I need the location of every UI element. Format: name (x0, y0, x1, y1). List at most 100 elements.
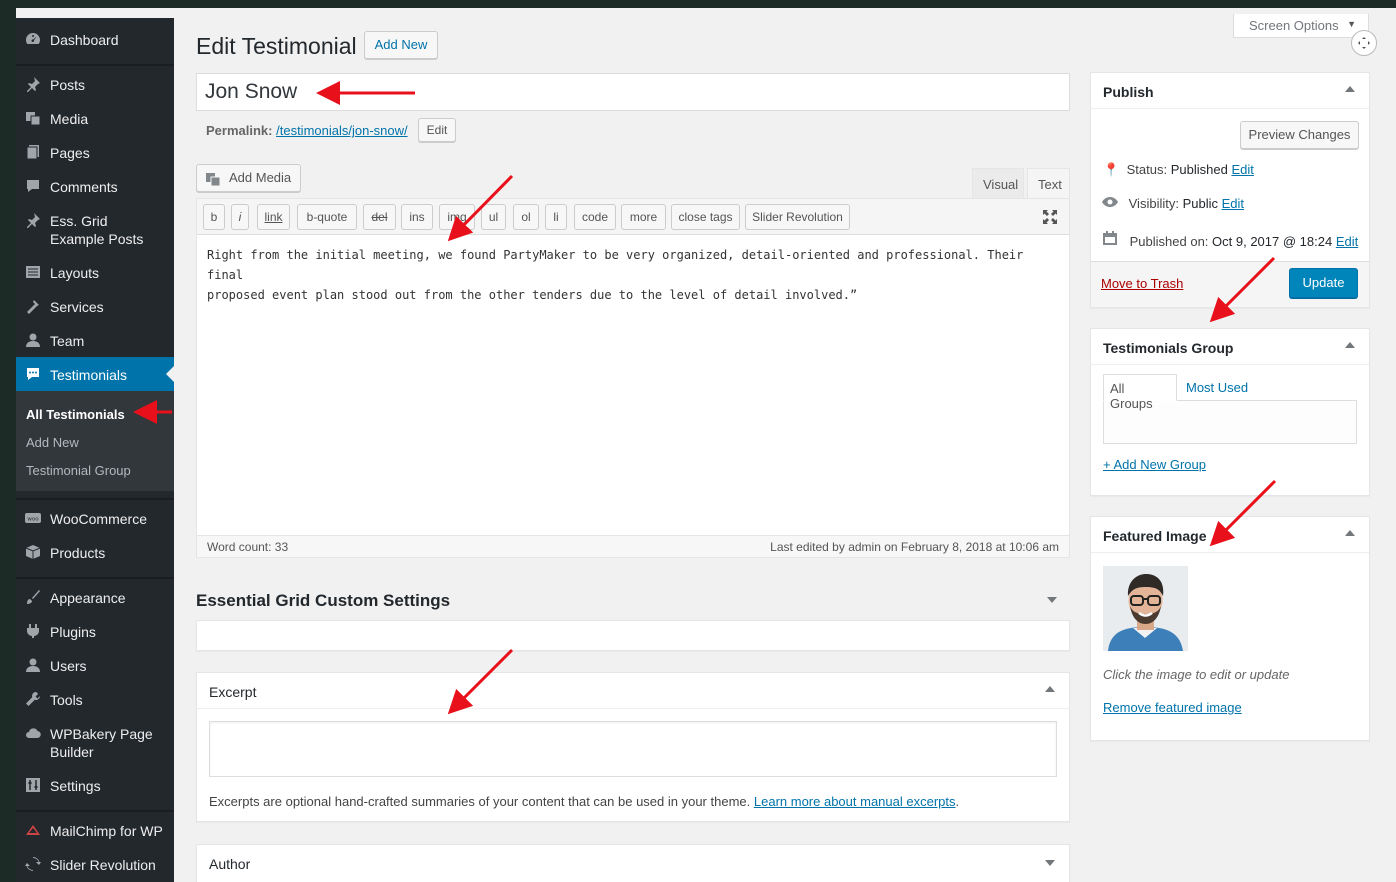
author-title[interactable]: Author (197, 845, 1069, 881)
toggle-arrow-icon[interactable] (1345, 530, 1355, 536)
sidebar-item-label: Settings (50, 778, 101, 794)
visibility-edit-link[interactable]: Edit (1222, 196, 1244, 211)
qt-ins-button[interactable]: ins (401, 204, 433, 230)
sidebar-item-label: Testimonials (50, 367, 128, 383)
toggle-arrow-icon[interactable] (1345, 342, 1355, 348)
qt-li-button[interactable]: li (545, 204, 567, 230)
preview-changes-button[interactable]: Preview Changes (1240, 121, 1359, 149)
submenu-testimonial-group[interactable]: Testimonial Group (26, 463, 131, 478)
tab-text[interactable]: Text (1027, 168, 1070, 198)
sidebar-item-comments[interactable]: Comments (16, 178, 174, 196)
sidebar-item-wpbakery[interactable]: WPBakery Page Builder (16, 725, 174, 761)
qt-slider-revolution-button[interactable]: Slider Revolution (745, 204, 850, 230)
expand-icon[interactable] (1351, 30, 1377, 56)
permalink-label: Permalink: (206, 123, 273, 138)
post-title-value: Jon Snow (205, 80, 298, 103)
permalink-link[interactable]: /testimonials/jon-snow/ (276, 123, 408, 138)
toggle-arrow-icon[interactable] (1045, 860, 1055, 866)
tab-most-used[interactable]: Most Used (1186, 380, 1248, 395)
menu-separator (16, 64, 174, 66)
toggle-arrow-icon[interactable] (1047, 597, 1057, 603)
quicktags-toolbar: b i link b-quote del ins img ul ol li co… (197, 199, 1069, 235)
excerpt-textarea[interactable] (209, 721, 1057, 777)
toggle-arrow-icon[interactable] (1345, 86, 1355, 92)
refresh-icon (23, 856, 43, 874)
move-to-trash-link[interactable]: Move to Trash (1101, 276, 1183, 291)
sidebar-item-label: Products (50, 545, 106, 561)
plug-icon (23, 623, 43, 641)
hammer-icon (23, 298, 43, 316)
sidebar-item-label: Posts (50, 77, 86, 93)
essential-grid-title[interactable]: Essential Grid Custom Settings (196, 591, 450, 611)
add-new-group-link[interactable]: + Add New Group (1103, 457, 1206, 472)
qt-italic-button[interactable]: i (231, 204, 249, 230)
qt-img-button[interactable]: img (439, 204, 475, 230)
tab-all-groups[interactable]: All Groups (1103, 374, 1177, 411)
media-icon (23, 110, 43, 128)
qt-ul-button[interactable]: ul (481, 204, 506, 230)
status-edit-link[interactable]: Edit (1231, 162, 1253, 177)
sidebar-item-tools[interactable]: Tools (16, 691, 174, 709)
featured-image-thumbnail[interactable] (1103, 566, 1188, 651)
publish-title[interactable]: Publish (1091, 73, 1369, 109)
add-media-button[interactable]: Add Media (196, 164, 301, 192)
qt-del-button[interactable]: del (363, 204, 396, 230)
submenu-add-new[interactable]: Add New (26, 435, 79, 450)
qt-ol-button[interactable]: ol (513, 204, 539, 230)
screen-options-toggle[interactable]: Screen Options ▼ (1233, 14, 1369, 38)
content-textarea[interactable]: Right from the initial meeting, we found… (207, 245, 1057, 305)
testimonials-group-box: Testimonials Group All Groups Most Used … (1090, 328, 1370, 496)
layouts-icon (23, 264, 43, 282)
mailchimp-icon (23, 822, 43, 840)
sidebar-item-label: Slider Revolution (50, 857, 156, 873)
sidebar-item-layouts[interactable]: Layouts (16, 264, 174, 282)
qt-bold-button[interactable]: b (203, 204, 225, 230)
sidebar-item-media[interactable]: Media (16, 110, 174, 128)
sidebar-item-ess-grid-posts[interactable]: Ess. Grid Example Posts (16, 212, 174, 248)
permalink-row: Permalink: /testimonials/jon-snow/ (206, 123, 408, 138)
excerpt-help: Excerpts are optional hand-crafted summa… (209, 794, 959, 809)
user-icon (23, 332, 43, 350)
permalink-edit-button[interactable]: Edit (418, 118, 456, 142)
sidebar-item-label: MailChimp for WP (50, 823, 163, 839)
pin-icon (23, 212, 43, 230)
update-button[interactable]: Update (1289, 268, 1358, 298)
published-edit-link[interactable]: Edit (1336, 234, 1358, 249)
qt-link-button[interactable]: link (257, 204, 290, 230)
sidebar-item-testimonials[interactable]: Testimonials (16, 357, 174, 391)
testimonials-group-title[interactable]: Testimonials Group (1091, 329, 1369, 365)
tab-visual[interactable]: Visual (972, 168, 1024, 198)
sidebar-item-appearance[interactable]: Appearance (16, 589, 174, 607)
fullscreen-icon[interactable] (1041, 208, 1059, 229)
sidebar-item-pages[interactable]: Pages (16, 144, 174, 162)
add-new-button[interactable]: Add New (364, 31, 438, 59)
sidebar-item-slider-revolution[interactable]: Slider Revolution (16, 856, 174, 874)
box-icon (23, 544, 43, 562)
published-on-row: Published on: Oct 9, 2017 @ 18:24 Edit (1102, 230, 1358, 249)
featured-image-title[interactable]: Featured Image (1091, 517, 1369, 553)
sidebar-item-mailchimp[interactable]: MailChimp for WP (16, 822, 174, 840)
qt-more-button[interactable]: more (621, 204, 666, 230)
qt-close-tags-button[interactable]: close tags (671, 204, 740, 230)
qt-bquote-button[interactable]: b-quote (297, 204, 357, 230)
sidebar-item-services[interactable]: Services (16, 298, 174, 316)
author-box: Author (196, 844, 1070, 882)
sidebar-item-plugins[interactable]: Plugins (16, 623, 174, 641)
toggle-arrow-icon[interactable] (1045, 686, 1055, 692)
sidebar-item-posts[interactable]: Posts (16, 76, 174, 94)
sidebar-item-label: Users (50, 658, 87, 674)
submenu-all-testimonials[interactable]: All Testimonials (26, 407, 125, 422)
excerpt-title[interactable]: Excerpt (197, 673, 1069, 709)
sidebar-item-dashboard[interactable]: Dashboard (16, 31, 174, 49)
sidebar-item-users[interactable]: Users (16, 657, 174, 675)
qt-code-button[interactable]: code (574, 204, 616, 230)
post-title-input[interactable]: Jon Snow (196, 73, 1070, 111)
remove-featured-image-link[interactable]: Remove featured image (1103, 700, 1242, 715)
editor-status-bar: Word count: 33 Last edited by admin on F… (197, 535, 1069, 557)
sidebar-item-settings[interactable]: Settings (16, 777, 174, 795)
learn-more-link[interactable]: Learn more about manual excerpts (754, 794, 956, 809)
sidebar-item-woocommerce[interactable]: woo WooCommerce (16, 510, 174, 528)
sidebar-item-label: Team (50, 333, 85, 349)
sidebar-item-team[interactable]: Team (16, 332, 174, 350)
sidebar-item-products[interactable]: Products (16, 544, 174, 562)
